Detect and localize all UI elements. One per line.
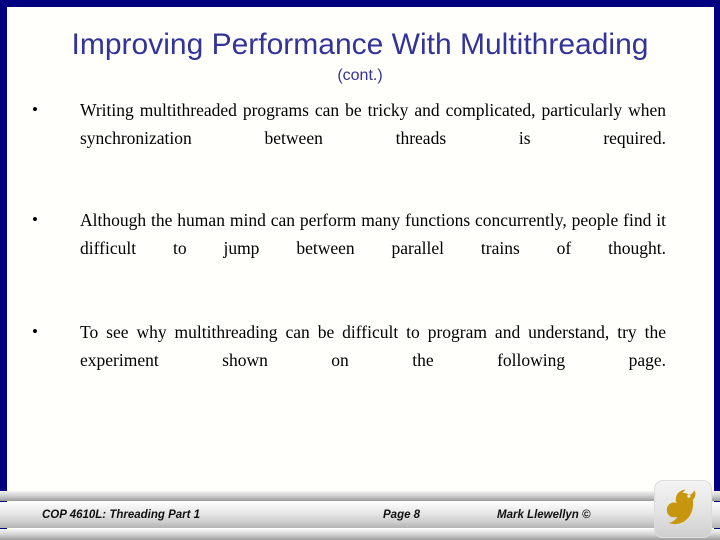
slide-subtitle: (cont.)	[337, 67, 383, 84]
footer-course-label: COP 4610L: Threading Part 1	[42, 509, 201, 521]
slide-border-top	[0, 0, 720, 7]
bullet-marker-icon: •	[32, 210, 38, 229]
footer-page-number: Page 8	[383, 509, 421, 521]
footer-band-top	[0, 491, 720, 501]
list-item: • Although the human mind can perform ma…	[0, 206, 720, 290]
ucf-pegasus-logo	[654, 480, 712, 538]
list-item-text: To see why multithreading can be difficu…	[80, 322, 666, 370]
title-block: Improving Performance With Multithreadin…	[14, 28, 706, 86]
bullet-marker-icon: •	[32, 322, 38, 341]
bullet-marker-icon: •	[32, 100, 38, 119]
footer-band-bottom	[0, 529, 720, 540]
list-item-text: Writing multithreaded programs can be tr…	[80, 100, 666, 148]
bullet-list: • Writing multithreaded programs can be …	[0, 96, 720, 428]
slide-canvas: Improving Performance With Multithreadin…	[0, 0, 720, 540]
slide-title: Improving Performance With Multithreadin…	[71, 28, 649, 61]
list-item: • Writing multithreaded programs can be …	[0, 96, 720, 180]
slide-footer: COP 4610L: Threading Part 1 Page 8 Mark …	[0, 480, 720, 540]
list-item: • To see why multithreading can be diffi…	[0, 318, 720, 402]
list-item-text: Although the human mind can perform many…	[80, 210, 666, 258]
footer-author-label: Mark Llewellyn ©	[497, 509, 591, 521]
